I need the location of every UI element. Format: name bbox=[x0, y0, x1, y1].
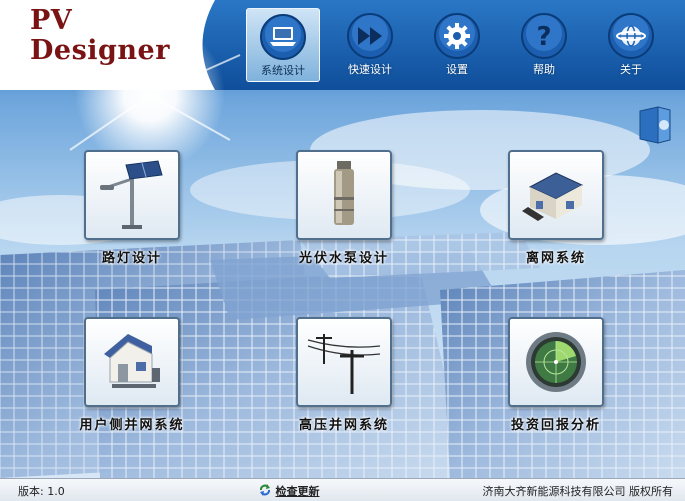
radar-icon bbox=[526, 332, 586, 392]
tile-label-off-grid: 离网系统 bbox=[525, 251, 587, 266]
tile-investment[interactable] bbox=[508, 317, 604, 407]
status-bar: 版本: 1.0 检查更新 济南大齐新能源科技有限公司 版权所有 bbox=[0, 478, 685, 501]
toolbar-label: 设置 bbox=[446, 63, 468, 76]
tile-label-grid-house: 用户侧并网系统 bbox=[79, 418, 185, 433]
app-logo: PV Designer bbox=[30, 6, 170, 66]
globe-icon bbox=[608, 13, 654, 59]
laptop-icon bbox=[260, 14, 306, 60]
toolbar-label: 系统设计 bbox=[261, 64, 305, 77]
water-pump-icon bbox=[334, 161, 354, 225]
grid-house-icon bbox=[104, 334, 160, 388]
logo-line-1: PV bbox=[30, 5, 73, 36]
toolbar-settings-button[interactable]: 设置 bbox=[420, 8, 494, 82]
toolbar-help-button[interactable]: ? 帮助 bbox=[507, 8, 581, 82]
fast-forward-icon bbox=[347, 13, 393, 59]
toolbar-system-design-button[interactable]: 系统设计 bbox=[246, 8, 320, 82]
tile-label-investment: 投资回报分析 bbox=[510, 418, 602, 433]
toolbar-about-button[interactable]: 关于 bbox=[594, 8, 668, 82]
tile-grid-house[interactable] bbox=[84, 317, 180, 407]
gear-icon bbox=[434, 13, 480, 59]
tile-label-high-voltage: 高压并网系统 bbox=[298, 418, 390, 433]
tile-high-voltage[interactable] bbox=[296, 317, 392, 407]
refresh-icon bbox=[260, 484, 270, 496]
main-toolbar: 系统设计 快速设计 设置 ? 帮助 关于 bbox=[246, 8, 676, 82]
toolbar-label: 帮助 bbox=[533, 63, 555, 76]
question-icon: ? bbox=[521, 13, 567, 59]
street-light-icon bbox=[100, 160, 163, 229]
version-label: 版本: 1.0 bbox=[18, 485, 65, 498]
tile-off-grid[interactable] bbox=[508, 150, 604, 240]
off-grid-house-icon bbox=[522, 172, 584, 221]
tile-label-street-light: 路灯设计 bbox=[101, 251, 163, 266]
svg-text:?: ? bbox=[536, 22, 551, 52]
toolbar-label: 关于 bbox=[620, 63, 642, 76]
check-update-label: 检查更新 bbox=[275, 485, 320, 498]
toolbar-quick-design-button[interactable]: 快速设计 bbox=[333, 8, 407, 82]
tile-label-water-pump: 光伏水泵设计 bbox=[298, 251, 390, 266]
logo-line-2: Designer bbox=[30, 35, 170, 66]
tile-street-light[interactable] bbox=[84, 150, 180, 240]
folder-export-icon[interactable] bbox=[638, 105, 672, 145]
toolbar-label: 快速设计 bbox=[348, 63, 392, 76]
copyright-text: 济南大齐新能源科技有限公司 版权所有 bbox=[482, 485, 674, 498]
power-pole-icon bbox=[307, 334, 381, 394]
tile-water-pump[interactable] bbox=[296, 150, 392, 240]
check-update-link[interactable]: 检查更新 bbox=[258, 481, 320, 498]
